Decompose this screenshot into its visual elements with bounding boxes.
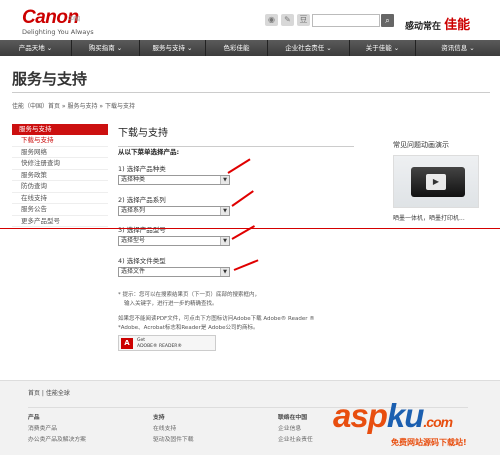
nav-item-support[interactable]: 服务与支持 ⌄ bbox=[140, 40, 206, 56]
select-value: 选择系列 bbox=[121, 207, 146, 214]
slogan-brand: 佳能 bbox=[444, 18, 471, 33]
step-label: 3) 选择产品型号 bbox=[118, 226, 166, 234]
watermark-subtitle: 免费网站源码下载站! bbox=[391, 438, 467, 447]
step-filetype: 4) 选择文件类型 选择文件 ▼ bbox=[118, 255, 230, 277]
nav-item-color-canon[interactable]: 色彩佳能 bbox=[206, 40, 268, 56]
sidebar-item-service-policy[interactable]: 服务政策 bbox=[12, 170, 108, 181]
search-button[interactable]: ⌕ bbox=[381, 14, 394, 27]
sidebar-item-more-models[interactable]: 更多产品型号 bbox=[12, 216, 108, 227]
step-category: 1) 选择产品种类 选择种类 ▼ bbox=[118, 163, 230, 185]
title-divider bbox=[12, 92, 490, 93]
note-line: *Adobe、Acrobat标志和Reader是 Adobe公司的商标。 bbox=[118, 325, 259, 331]
main-nav: 产品天地 ⌄ 购买指南 ⌄ 服务与支持 ⌄ 色彩佳能 企业社会责任 ⌄ 关于佳能… bbox=[0, 40, 500, 56]
watermark-text-a: asp bbox=[333, 397, 388, 434]
footer-link[interactable]: 在线支持 bbox=[153, 424, 278, 435]
slogan-prefix: 感动常在 bbox=[405, 22, 442, 32]
filetype-select[interactable]: 选择文件 ▼ bbox=[118, 267, 230, 277]
sidebar-item-anti-counterfeit[interactable]: 防伪查询 bbox=[12, 181, 108, 193]
site-header: Canon 中国 Delighting You Always ◉ ✎ 豆 ⌕ 感… bbox=[0, 0, 500, 40]
search-input[interactable] bbox=[312, 14, 380, 27]
weibo-icon[interactable]: ◉ bbox=[265, 14, 278, 26]
brand-slogan: 感动常在 佳能 bbox=[405, 14, 470, 33]
breadcrumb[interactable]: 佳能（中国）首页 » 服务与支持 » 下载与支持 bbox=[12, 101, 135, 110]
watermark-text-b: ku bbox=[386, 397, 425, 434]
social-icons: ◉ ✎ 豆 bbox=[265, 14, 310, 26]
chevron-down-icon[interactable]: ▼ bbox=[220, 207, 229, 215]
adobe-pdf-icon: A bbox=[121, 338, 133, 349]
step-label: 4) 选择文件类型 bbox=[118, 257, 166, 265]
adobe-label: Get ADOBE® READER® bbox=[137, 338, 182, 350]
note-line: 如果您不能阅读PDF文件，可点击下方图标访问Adobe下载 Adobe® Rea… bbox=[118, 316, 315, 322]
annotation-arrow bbox=[231, 190, 254, 207]
faq-title: 常见问题动画演示 bbox=[393, 141, 449, 149]
nav-item-news[interactable]: 资讯信息 ⌄ bbox=[416, 40, 500, 56]
category-select[interactable]: 选择种类 ▼ bbox=[118, 175, 230, 185]
series-select[interactable]: 选择系列 ▼ bbox=[118, 206, 230, 216]
adobe-reader-button[interactable]: A Get ADOBE® READER® bbox=[118, 335, 216, 351]
sidebar-item-announcements[interactable]: 服务公告 bbox=[12, 204, 108, 216]
tagline: Delighting You Always bbox=[22, 28, 94, 36]
faq-video-thumbnail[interactable]: ▶ bbox=[393, 155, 479, 208]
watermark-suffix: .com bbox=[423, 414, 453, 430]
nav-item-products[interactable]: 产品天地 ⌄ bbox=[0, 40, 72, 56]
footer-col-products: 产品 消费类产品 办公类产品及解决方案 bbox=[28, 413, 153, 446]
section-title: 下载与支持 bbox=[118, 128, 168, 139]
help-notes: * 提示：您可以在搜索结果页（下一页）底部的搜索框内， 输入关键字，进行进一步的… bbox=[118, 291, 354, 333]
share-icon[interactable]: ✎ bbox=[281, 14, 294, 26]
chevron-down-icon[interactable]: ▼ bbox=[220, 237, 229, 245]
nav-item-csr[interactable]: 企业社会责任 ⌄ bbox=[268, 40, 350, 56]
select-value: 选择型号 bbox=[121, 237, 146, 244]
sidebar-heading[interactable]: 服务与支持 bbox=[12, 124, 108, 135]
chevron-down-icon[interactable]: ▼ bbox=[220, 268, 229, 276]
note-line: * 提示：您可以在搜索结果页（下一页）底部的搜索框内， bbox=[118, 292, 261, 298]
nav-item-about[interactable]: 关于佳能 ⌄ bbox=[350, 40, 416, 56]
sidebar-item-online-support[interactable]: 在线支持 bbox=[12, 193, 108, 204]
play-icon[interactable]: ▶ bbox=[426, 174, 446, 190]
footer-link[interactable]: 驱动及固件下载 bbox=[153, 435, 278, 446]
nav-item-buying-guide[interactable]: 购买指南 ⌄ bbox=[72, 40, 140, 56]
page-title: 服务与支持 bbox=[12, 70, 88, 88]
footer-link[interactable]: 办公类产品及解决方案 bbox=[28, 435, 153, 446]
watermark-logo: aspku.com bbox=[333, 398, 493, 440]
region-label: 中国 bbox=[68, 16, 81, 23]
footer-col-heading: 支持 bbox=[153, 415, 165, 421]
note-line: 输入关键字，进行进一步的精确查找。 bbox=[124, 301, 218, 307]
sidebar-item-quick-repair[interactable]: 快修注册查询 bbox=[12, 158, 108, 170]
select-value: 选择种类 bbox=[121, 176, 146, 183]
faq-caption[interactable]: 晒墨一体机，晒墨打印机... bbox=[393, 213, 493, 222]
annotation-arrow bbox=[233, 259, 259, 271]
download-panel: 下载与支持 从以下菜单选择产品: 1) 选择产品种类 选择种类 ▼ 2) 选择产… bbox=[118, 124, 358, 351]
footer-col-heading: 产品 bbox=[28, 415, 40, 421]
select-value: 选择文件 bbox=[121, 268, 146, 275]
step-label: 2) 选择产品系列 bbox=[118, 196, 166, 204]
adobe-label-line2: ADOBE® READER® bbox=[137, 344, 182, 349]
step-series: 2) 选择产品系列 选择系列 ▼ bbox=[118, 194, 230, 216]
intro-text: 从以下菜单选择产品: bbox=[118, 148, 180, 156]
sidebar-item-service-network[interactable]: 服务网络 bbox=[12, 147, 108, 158]
faq-panel: 常见问题动画演示 ▶ 晒墨一体机，晒墨打印机... bbox=[393, 140, 493, 222]
footer-links[interactable]: 首页 | 佳能全球 bbox=[28, 388, 70, 397]
model-select[interactable]: 选择型号 ▼ bbox=[118, 236, 230, 246]
sidebar-item-downloads[interactable]: 下载与支持 bbox=[12, 135, 108, 147]
search-icon: ⌕ bbox=[385, 16, 390, 25]
douban-icon[interactable]: 豆 bbox=[297, 14, 310, 26]
sidebar: 服务与支持 下载与支持 服务网络 快修注册查询 服务政策 防伪查询 在线支持 服… bbox=[12, 124, 108, 227]
aspku-watermark: aspku.com 免费网站源码下载站! bbox=[333, 398, 493, 453]
footer-link[interactable]: 消费类产品 bbox=[28, 424, 153, 435]
step-label: 1) 选择产品种类 bbox=[118, 165, 166, 173]
annotation-arrow bbox=[227, 158, 251, 174]
chevron-down-icon[interactable]: ▼ bbox=[220, 176, 229, 184]
footer-col-support: 支持 在线支持 驱动及固件下载 bbox=[153, 413, 278, 446]
